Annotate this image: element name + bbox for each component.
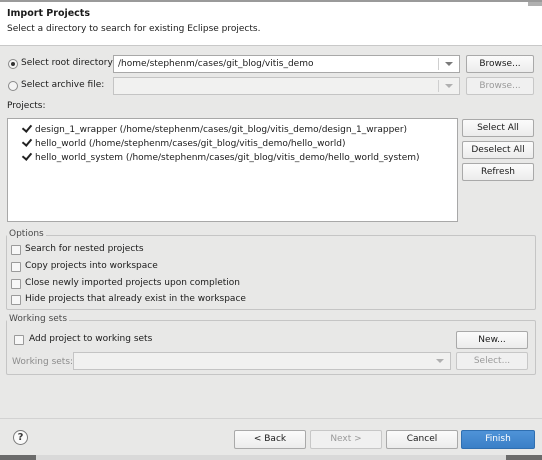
chevron-down-icon[interactable] [436, 359, 444, 363]
hide-projects-checkbox[interactable] [11, 295, 21, 305]
add-to-working-sets-label: Add project to working sets [29, 334, 153, 344]
chevron-down-icon[interactable] [445, 62, 453, 66]
checkbox-checked-icon[interactable] [21, 123, 32, 134]
chevron-down-icon[interactable] [445, 84, 453, 88]
copy-projects-label: Copy projects into workspace [25, 261, 158, 271]
new-working-set-button[interactable]: New... [456, 331, 528, 349]
footer-divider [0, 418, 542, 419]
working-sets-title: Working sets [7, 314, 70, 324]
window-bottom-border [0, 455, 542, 460]
dialog-title: Import Projects [7, 8, 90, 19]
next-button[interactable]: Next > [310, 430, 382, 449]
root-directory-label: Select root directory: [21, 58, 116, 68]
select-working-set-button[interactable]: Select... [456, 352, 528, 370]
nested-projects-label: Search for nested projects [25, 244, 144, 254]
project-row[interactable]: hello_world_system (/home/stephenm/cases… [21, 151, 420, 164]
project-row[interactable]: hello_world (/home/stephenm/cases/git_bl… [21, 137, 345, 150]
working-sets-label: Working sets: [12, 357, 74, 367]
project-row[interactable]: design_1_wrapper (/home/stephenm/cases/g… [21, 123, 407, 136]
nested-projects-checkbox[interactable] [11, 245, 21, 255]
window-bottom-gap [36, 455, 506, 460]
browse-directory-button[interactable]: Browse... [466, 55, 534, 73]
copy-projects-checkbox[interactable] [11, 262, 21, 272]
projects-list[interactable]: design_1_wrapper (/home/stephenm/cases/g… [7, 118, 458, 222]
working-sets-combo[interactable] [73, 352, 451, 370]
options-title: Options [7, 229, 46, 239]
back-button[interactable]: < Back [234, 430, 306, 449]
dialog-header: Import Projects Select a directory to se… [0, 2, 542, 46]
project-label: hello_world_system (/home/stephenm/cases… [35, 153, 420, 163]
cancel-button[interactable]: Cancel [386, 430, 458, 449]
root-directory-combo[interactable]: /home/stephenm/cases/git_blog/vitis_demo [113, 55, 460, 73]
archive-file-combo[interactable] [113, 77, 460, 95]
project-label: hello_world (/home/stephenm/cases/git_bl… [35, 139, 346, 149]
browse-archive-button[interactable]: Browse... [466, 77, 534, 95]
help-icon[interactable]: ? [13, 430, 28, 445]
archive-file-label: Select archive file: [21, 80, 105, 90]
checkbox-checked-icon[interactable] [21, 137, 32, 148]
window-corner [528, 2, 542, 6]
root-directory-value: /home/stephenm/cases/git_blog/vitis_demo [118, 59, 314, 69]
dialog-description: Select a directory to search for existin… [7, 24, 261, 34]
combo-separator [438, 58, 439, 70]
combo-separator [438, 80, 439, 92]
close-projects-label: Close newly imported projects upon compl… [25, 278, 240, 288]
deselect-all-button[interactable]: Deselect All [462, 141, 534, 159]
finish-button[interactable]: Finish [461, 430, 535, 449]
refresh-button[interactable]: Refresh [462, 163, 534, 181]
checkbox-checked-icon[interactable] [21, 151, 32, 162]
select-all-button[interactable]: Select All [462, 119, 534, 137]
root-directory-radio[interactable] [8, 59, 18, 69]
archive-file-radio[interactable] [8, 81, 18, 91]
projects-label: Projects: [7, 101, 46, 111]
project-label: design_1_wrapper (/home/stephenm/cases/g… [35, 125, 408, 135]
close-projects-checkbox[interactable] [11, 279, 21, 289]
hide-projects-label: Hide projects that already exist in the … [25, 294, 246, 304]
add-to-working-sets-checkbox[interactable] [14, 335, 24, 345]
